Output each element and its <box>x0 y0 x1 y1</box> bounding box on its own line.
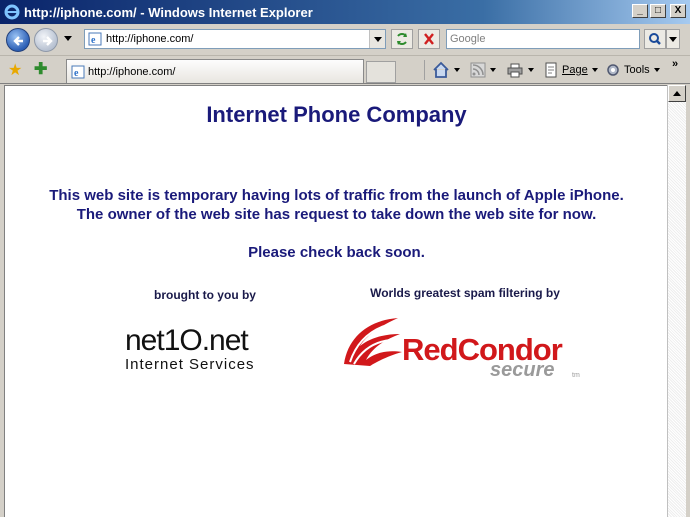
history-dropdown-button[interactable] <box>64 36 72 41</box>
redcondor-logo[interactable]: RedCondor secure tm <box>340 314 590 384</box>
trademark-mark: tm <box>572 372 580 379</box>
add-to-favorites-icon[interactable]: ✚ <box>34 59 47 79</box>
navigation-bar: e http://iphone.com/ Google <box>0 24 690 56</box>
svg-text:e: e <box>74 68 79 79</box>
forward-arrow-icon <box>43 36 53 46</box>
page-menu-label: Page <box>562 64 588 76</box>
print-button[interactable] <box>506 60 534 80</box>
tab-title: http://iphone.com/ <box>88 65 176 78</box>
home-button[interactable] <box>432 60 460 80</box>
message-line-2: The owner of the web site has request to… <box>76 206 597 223</box>
page-heading: Internet Phone Company <box>206 102 467 127</box>
stop-button[interactable] <box>418 29 440 49</box>
ie-page-icon: e <box>88 32 102 46</box>
net10-logo[interactable]: net1O.net Internet Services <box>125 324 295 374</box>
tools-menu-label: Tools <box>624 64 650 76</box>
back-arrow-icon <box>13 36 23 46</box>
printer-icon <box>507 63 523 78</box>
toolbar-overflow-button[interactable]: » <box>672 58 678 70</box>
search-button[interactable] <box>644 29 666 49</box>
page-content: Internet Phone Company This web site is … <box>4 85 667 517</box>
tab-bar: ★ ✚ e http://iphone.com/ Page Tools » <box>0 56 690 84</box>
back-button[interactable] <box>6 28 30 52</box>
check-back-text: Please check back soon. <box>248 244 425 261</box>
stop-icon <box>424 33 434 45</box>
message-line-1: This web site is temporary having lots o… <box>49 187 624 204</box>
address-bar[interactable]: e http://iphone.com/ <box>84 29 386 49</box>
gear-icon <box>607 64 619 76</box>
redcondor-secure-text: secure <box>490 359 555 381</box>
page-menu-button[interactable]: Page <box>543 60 598 80</box>
traffic-message: This web site is temporary having lots o… <box>5 186 668 224</box>
address-dropdown-button[interactable] <box>369 30 385 48</box>
refresh-button[interactable] <box>391 29 413 49</box>
toolbar-separator <box>424 60 425 80</box>
tab-page-icon: e <box>71 65 85 79</box>
rss-feed-icon <box>470 62 486 78</box>
window-title: http://iphone.com/ - Windows Internet Ex… <box>24 4 313 20</box>
search-options-dropdown[interactable] <box>666 29 680 49</box>
tools-menu-button[interactable]: Tools <box>605 60 660 80</box>
address-text[interactable]: http://iphone.com/ <box>106 33 369 45</box>
favorites-center-icon[interactable]: ★ <box>8 60 22 80</box>
tab-current[interactable]: e http://iphone.com/ <box>66 59 364 83</box>
brought-by-label: brought to you by <box>154 288 256 302</box>
close-button[interactable]: X <box>670 4 686 18</box>
feeds-button[interactable] <box>470 60 496 80</box>
maximize-button[interactable]: □ <box>650 4 666 18</box>
refresh-icon <box>397 33 407 45</box>
vertical-scrollbar[interactable] <box>667 85 686 517</box>
search-input[interactable]: Google <box>446 29 640 49</box>
spam-filtering-label: Worlds greatest spam filtering by <box>370 286 560 300</box>
magnifier-icon <box>649 33 661 45</box>
net10-logo-text: net1O.net <box>125 324 249 357</box>
title-bar: http://iphone.com/ - Windows Internet Ex… <box>0 0 690 24</box>
new-tab-button[interactable] <box>366 61 396 83</box>
condor-wing-icon <box>344 318 402 366</box>
page-icon <box>545 62 557 78</box>
svg-text:e: e <box>91 35 96 46</box>
net10-logo-subtitle: Internet Services <box>125 356 255 373</box>
ie-logo-icon <box>4 4 20 20</box>
forward-button[interactable] <box>34 28 58 52</box>
home-icon <box>433 61 449 78</box>
scroll-up-button[interactable] <box>668 85 686 102</box>
minimize-button[interactable]: _ <box>632 4 648 18</box>
